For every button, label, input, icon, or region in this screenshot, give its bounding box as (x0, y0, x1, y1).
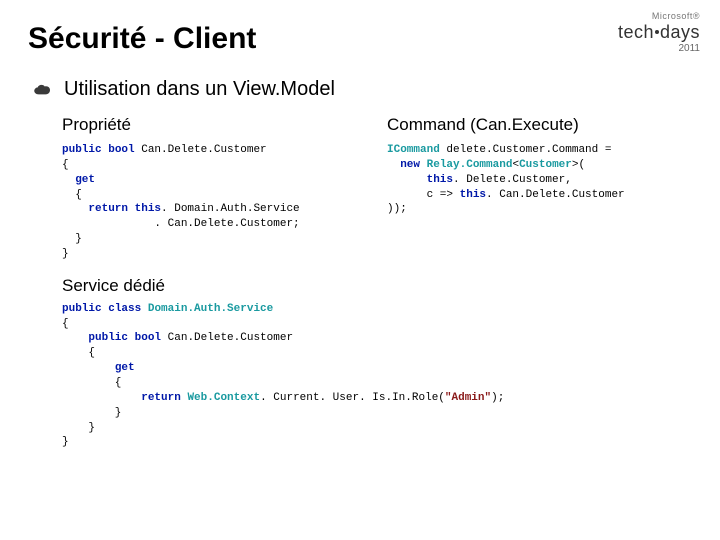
heading-command: Command (Can.Execute) (387, 115, 692, 135)
heading-property: Propriété (62, 115, 367, 135)
heading-service: Service dédié (62, 276, 692, 296)
col-property: Propriété public bool Can.Delete.Custome… (62, 115, 367, 262)
section-service: Service dédié public class Domain.Auth.S… (28, 276, 692, 450)
code-service: public class Domain.Auth.Service { publi… (62, 302, 692, 450)
cloud-icon (32, 83, 54, 97)
bullet-text: Utilisation dans un View.Model (64, 78, 335, 101)
bullet-row: Utilisation dans un View.Model (32, 78, 692, 101)
code-property: public bool Can.Delete.Customer { get { … (62, 143, 367, 262)
logo-vendor: Microsoft® (618, 12, 700, 21)
slide-title: Sécurité - Client (28, 22, 692, 56)
code-command: ICommand delete.Customer.Command = new R… (387, 143, 692, 217)
event-logo: Microsoft® techdays 2011 (618, 12, 700, 54)
col-command: Command (Can.Execute) ICommand delete.Cu… (387, 115, 692, 262)
logo-event: techdays (618, 22, 700, 42)
logo-year: 2011 (618, 44, 700, 54)
